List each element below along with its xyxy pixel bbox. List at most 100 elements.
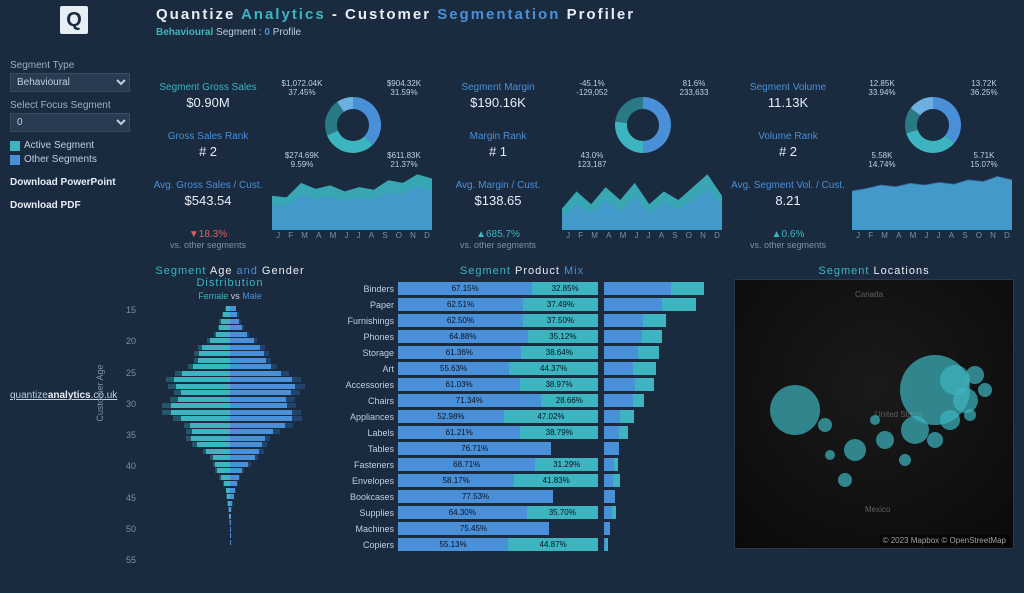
map-bubble[interactable] <box>844 439 866 461</box>
map-bubble[interactable] <box>770 385 820 435</box>
locations-map[interactable]: Canada United States Mexico © 2023 Mapbo… <box>734 279 1014 549</box>
mix-pct-bar: 68.71%31.29% <box>398 458 598 471</box>
donut-label: $611.83K21.37% <box>374 152 434 170</box>
mix-row[interactable]: Paper 62.51%37.49% <box>320 297 724 312</box>
product-mix-panel: Segment Product Mix Binders67.15%32.85%P… <box>320 265 724 588</box>
pyramid-tick: 50 <box>126 524 136 534</box>
donut-chart[interactable]: 12.85K33.94%13.72K36.25%5.58K14.74%5.71K… <box>852 80 1014 170</box>
pyramid-chart[interactable]: Customer Age <box>150 305 310 585</box>
map-bubble[interactable] <box>825 450 835 460</box>
mix-pct-bar: 62.51%37.49% <box>398 298 598 311</box>
map-bubble[interactable] <box>940 410 960 430</box>
mix-total-bar <box>604 522 612 535</box>
mix-total-bar <box>604 394 644 407</box>
donut-chart[interactable]: $1,072.04K37.45%$904.32K31.59%$274.69K9.… <box>272 80 434 170</box>
mix-label: Paper <box>320 300 394 310</box>
mix-label: Machines <box>320 524 394 534</box>
map-label-canada: Canada <box>855 290 883 299</box>
map-bubble[interactable] <box>966 366 984 384</box>
map-bubble[interactable] <box>899 454 911 466</box>
donut-chart[interactable]: -45.1%-129,05281.6%233,63343.0%123,187 <box>562 80 724 170</box>
mix-row[interactable]: Copiers 55.13%44.87% <box>320 537 724 552</box>
mix-pct-bar: 61.03%38.97% <box>398 378 598 391</box>
mix-total-bar <box>604 330 662 343</box>
map-bubble[interactable] <box>927 432 943 448</box>
map-bubble[interactable] <box>870 415 880 425</box>
mix-label: Binders <box>320 284 394 294</box>
mix-total-bar <box>604 490 618 503</box>
mix-row[interactable]: Envelopes58.17%41.83% <box>320 473 724 488</box>
mix-pct-bar: 55.63%44.37% <box>398 362 598 375</box>
product-mix-title: Segment Product Mix <box>320 265 724 277</box>
mix-label: Storage <box>320 348 394 358</box>
map-bubble[interactable] <box>964 409 976 421</box>
kpi-title: Segment Volume <box>728 82 848 93</box>
mix-row[interactable]: Chairs71.34%28.66% <box>320 393 724 408</box>
mix-label: Accessories <box>320 380 394 390</box>
mix-row[interactable]: Fasteners 68.71%31.29% <box>320 457 724 472</box>
area-chart[interactable]: JFMAMJJASOND <box>562 170 724 240</box>
map-bubble[interactable] <box>838 473 852 487</box>
map-label-mexico: Mexico <box>865 505 890 514</box>
map-bubble[interactable] <box>978 383 992 397</box>
kpi-rank-value: # 2 <box>148 144 268 159</box>
area-chart[interactable]: JFMAMJJASOND <box>272 170 434 240</box>
mix-row[interactable]: Bookcases77.53% <box>320 489 724 504</box>
kpi-avg-value: $138.65 <box>438 193 558 208</box>
mix-total-bar <box>604 298 696 311</box>
mix-row[interactable]: Appliances52.98%47.02% <box>320 409 724 424</box>
mix-row[interactable]: Phones64.88%35.12% <box>320 329 724 344</box>
mix-label: Fasteners <box>320 460 394 470</box>
mix-row[interactable]: Machines 75.45% <box>320 521 724 536</box>
focus-segment-select[interactable]: 0 <box>10 113 130 132</box>
map-bubble[interactable] <box>876 431 894 449</box>
brand-logo: Q <box>60 6 88 34</box>
legend-other: Other Segments <box>10 154 140 165</box>
area-chart[interactable]: JFMAMJJASOND <box>852 170 1014 240</box>
segment-type-select[interactable]: Behavioural <box>10 73 130 92</box>
pyramid-tick: 35 <box>126 430 136 440</box>
pyramid-tick: 15 <box>126 305 136 315</box>
age-gender-title: Segment Age and Gender Distribution <box>150 265 310 289</box>
mix-pct-bar: 64.30%35.70% <box>398 506 598 519</box>
mix-row[interactable]: Supplies 64.30%35.70% <box>320 505 724 520</box>
locations-panel: Segment Locations Canada United States M… <box>734 265 1014 588</box>
mix-pct-bar: 75.45% <box>398 522 598 535</box>
map-credit: © 2023 Mapbox © OpenStreetMap <box>880 535 1009 546</box>
mix-label: Labels <box>320 428 394 438</box>
map-bubble[interactable] <box>953 388 978 413</box>
mix-label: Supplies <box>320 508 394 518</box>
mix-row[interactable]: Accessories 61.03%38.97% <box>320 377 724 392</box>
kpi-title: Segment Gross Sales <box>148 82 268 93</box>
bottom-row: Segment Age and Gender Distribution Fema… <box>10 265 1014 588</box>
mix-label: Furnishings <box>320 316 394 326</box>
mix-total-bar <box>604 506 616 519</box>
mix-row[interactable]: Storage61.36%38.64% <box>320 345 724 360</box>
kpi-value: $0.90M <box>148 95 268 110</box>
mix-total-bar <box>604 474 620 487</box>
download-pdf-button[interactable]: Download PDF <box>10 200 140 211</box>
download-ppt-button[interactable]: Download PowerPoint <box>10 177 140 188</box>
map-bubble[interactable] <box>818 418 832 432</box>
mix-row[interactable]: Binders67.15%32.85% <box>320 281 724 296</box>
mix-total-bar <box>604 538 608 551</box>
mix-pct-bar: 55.13%44.87% <box>398 538 598 551</box>
mix-total-bar <box>604 458 618 471</box>
sidebar: Segment Type Behavioural Select Focus Se… <box>10 60 140 223</box>
kpi-value: 11.13K <box>728 95 848 110</box>
pyramid-tick: 20 <box>126 336 136 346</box>
mix-row[interactable]: Tables76.71% <box>320 441 724 456</box>
donut-label: 5.58K14.74% <box>852 152 912 170</box>
mix-row[interactable]: Labels61.21%38.79% <box>320 425 724 440</box>
donut-label: -45.1%-129,052 <box>562 80 622 98</box>
mix-row[interactable]: Furnishings62.50%37.50% <box>320 313 724 328</box>
map-bubble[interactable] <box>901 416 929 444</box>
kpi-title: Segment Margin <box>438 82 558 93</box>
mix-label: Copiers <box>320 540 394 550</box>
donut-label: 5.71K15.07% <box>954 152 1014 170</box>
mix-total-bar <box>604 282 704 295</box>
mix-row[interactable]: Art55.63%44.37% <box>320 361 724 376</box>
donut-label: 43.0%123,187 <box>562 152 622 170</box>
legend-active: Active Segment <box>10 140 140 151</box>
header: Quantize Analytics - Customer Segmentati… <box>0 0 1024 25</box>
